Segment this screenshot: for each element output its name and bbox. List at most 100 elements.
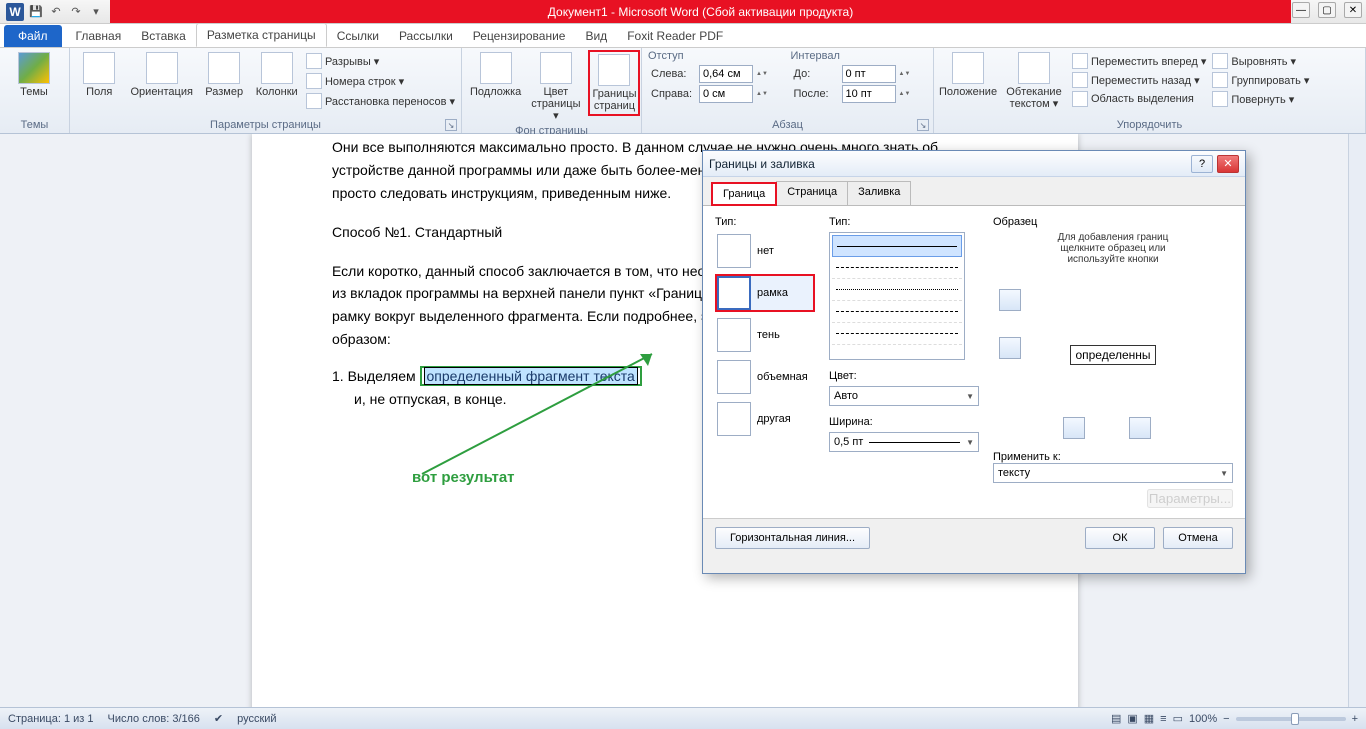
ribbon-tabs: Файл Главная Вставка Разметка страницы С… (0, 24, 1366, 48)
zoom-out-button[interactable]: − (1223, 713, 1229, 725)
dialog-close-button[interactable]: ✕ (1217, 155, 1239, 173)
zoom-slider[interactable] (1236, 717, 1346, 721)
border-type-box[interactable]: рамка (715, 274, 815, 312)
tab-page-layout[interactable]: Разметка страницы (196, 23, 327, 47)
vertical-scrollbar[interactable] (1348, 134, 1366, 707)
status-bar: Страница: 1 из 1 Число слов: 3/166 ✔ рус… (0, 707, 1366, 729)
paragraph-launcher[interactable]: ↘ (917, 119, 929, 131)
style-dotted[interactable] (832, 279, 962, 301)
ok-button[interactable]: ОК (1085, 527, 1155, 549)
view-print-layout-icon[interactable]: ▤ (1111, 712, 1121, 725)
style-solid[interactable] (832, 235, 962, 257)
maximize-button[interactable]: ▢ (1318, 2, 1336, 18)
tab-file[interactable]: Файл (4, 25, 62, 47)
edge-right-button[interactable] (1129, 417, 1151, 439)
tab-insert[interactable]: Вставка (131, 25, 196, 47)
hyphenation-icon (306, 93, 322, 109)
position-button[interactable]: Положение (940, 50, 996, 100)
cancel-button[interactable]: Отмена (1163, 527, 1233, 549)
preview-sample: определенны (1070, 345, 1155, 365)
status-page[interactable]: Страница: 1 из 1 (8, 713, 94, 725)
color-combo[interactable]: Авто▼ (829, 386, 979, 406)
help-button[interactable]: ? (1191, 155, 1213, 173)
preview-box[interactable]: определенны (993, 269, 1233, 441)
themes-button[interactable]: Темы (6, 50, 62, 100)
tab-mailings[interactable]: Рассылки (389, 25, 463, 47)
close-button[interactable]: ✕ (1344, 2, 1362, 18)
bring-forward-icon (1072, 53, 1088, 69)
annotation-label: вот результат (412, 469, 515, 486)
spacing-header: Интервал (791, 50, 928, 64)
breaks-button[interactable]: Разрывы ▾ (306, 52, 455, 70)
border-type-custom[interactable]: другая (715, 400, 815, 438)
send-backward-button[interactable]: Переместить назад ▾ (1072, 71, 1206, 89)
horizontal-line-button[interactable]: Горизонтальная линия... (715, 527, 870, 549)
view-web-icon[interactable]: ▦ (1144, 712, 1154, 725)
group-icon (1212, 72, 1228, 88)
edge-bottom-button[interactable] (999, 337, 1021, 359)
selection-pane-button[interactable]: Область выделения (1072, 90, 1206, 108)
page-color-button[interactable]: Цвет страницы ▾ (529, 50, 582, 124)
style-dashdot[interactable] (832, 301, 962, 323)
page-borders-button[interactable]: Границы страниц (588, 50, 640, 116)
size-button[interactable]: Размер (201, 50, 248, 100)
border-type-none[interactable]: нет (715, 232, 815, 270)
selection-pane-icon (1072, 91, 1088, 107)
width-combo[interactable]: 0,5 пт▼ (829, 432, 979, 452)
tab-foxit[interactable]: Foxit Reader PDF (617, 25, 733, 47)
tab-home[interactable]: Главная (66, 25, 132, 47)
tab-references[interactable]: Ссылки (327, 25, 389, 47)
rotate-button[interactable]: Повернуть ▾ (1212, 90, 1309, 108)
view-draft-icon[interactable]: ▭ (1173, 712, 1183, 725)
border-type-3d[interactable]: объемная (715, 358, 815, 396)
margins-button[interactable]: Поля (76, 50, 123, 100)
status-language[interactable]: русский (237, 713, 276, 725)
indent-right[interactable]: Справа:0 см▲▼ (648, 84, 785, 104)
tab-view[interactable]: Вид (575, 25, 617, 47)
watermark-button[interactable]: Подложка (468, 50, 523, 100)
tab-review[interactable]: Рецензирование (463, 25, 576, 47)
bring-forward-button[interactable]: Переместить вперед ▾ (1072, 52, 1206, 70)
hyphenation-button[interactable]: Расстановка переносов ▾ (306, 92, 455, 110)
group-button[interactable]: Группировать ▾ (1212, 71, 1309, 89)
undo-icon[interactable]: ↶ (48, 4, 64, 20)
page-setup-launcher[interactable]: ↘ (445, 119, 457, 131)
redo-icon[interactable]: ↷ (68, 4, 84, 20)
wrap-text-button[interactable]: Обтекание текстом ▾ (1002, 50, 1066, 112)
style-list[interactable] (829, 232, 965, 360)
options-button[interactable]: Параметры... (1147, 489, 1233, 508)
spacing-after[interactable]: После:10 пт▲▼ (791, 84, 928, 104)
minimize-button[interactable]: — (1292, 2, 1310, 18)
apply-to-combo[interactable]: тексту▼ (993, 463, 1233, 483)
orientation-button[interactable]: Ориентация (129, 50, 195, 100)
color-label: Цвет: (829, 370, 979, 382)
zoom-value[interactable]: 100% (1189, 713, 1217, 725)
preview-hint: Для добавления границ щелкните образец и… (993, 232, 1233, 265)
view-fullscreen-icon[interactable]: ▣ (1127, 712, 1137, 725)
tab-shading[interactable]: Заливка (847, 181, 911, 205)
status-proofing-icon[interactable]: ✔ (214, 712, 223, 725)
indent-left[interactable]: Слева:0,64 см▲▼ (648, 64, 785, 84)
page-color-icon (540, 52, 572, 84)
qat-customize-icon[interactable]: ▾ (88, 4, 104, 20)
style-dashdotdot[interactable] (832, 323, 962, 345)
tab-border[interactable]: Граница (711, 182, 777, 206)
ribbon: Темы Темы Поля Ориентация Размер Колонки… (0, 48, 1366, 134)
line-numbers-button[interactable]: Номера строк ▾ (306, 72, 455, 90)
spacing-before[interactable]: До:0 пт▲▼ (791, 64, 928, 84)
zoom-in-button[interactable]: + (1352, 713, 1358, 725)
columns-button[interactable]: Колонки (253, 50, 300, 100)
group-label-arrange: Упорядочить (940, 118, 1359, 133)
status-word-count[interactable]: Число слов: 3/166 (108, 713, 200, 725)
border-type-shadow[interactable]: тень (715, 316, 815, 354)
edge-top-button[interactable] (999, 289, 1021, 311)
style-label: Тип: (829, 216, 979, 228)
align-icon (1212, 53, 1228, 69)
view-outline-icon[interactable]: ≡ (1160, 713, 1166, 725)
align-button[interactable]: Выровнять ▾ (1212, 52, 1309, 70)
line-numbers-icon (306, 73, 322, 89)
edge-left-button[interactable] (1063, 417, 1085, 439)
save-icon[interactable]: 💾 (28, 4, 44, 20)
style-dashed[interactable] (832, 257, 962, 279)
tab-page-border[interactable]: Страница (776, 181, 848, 205)
